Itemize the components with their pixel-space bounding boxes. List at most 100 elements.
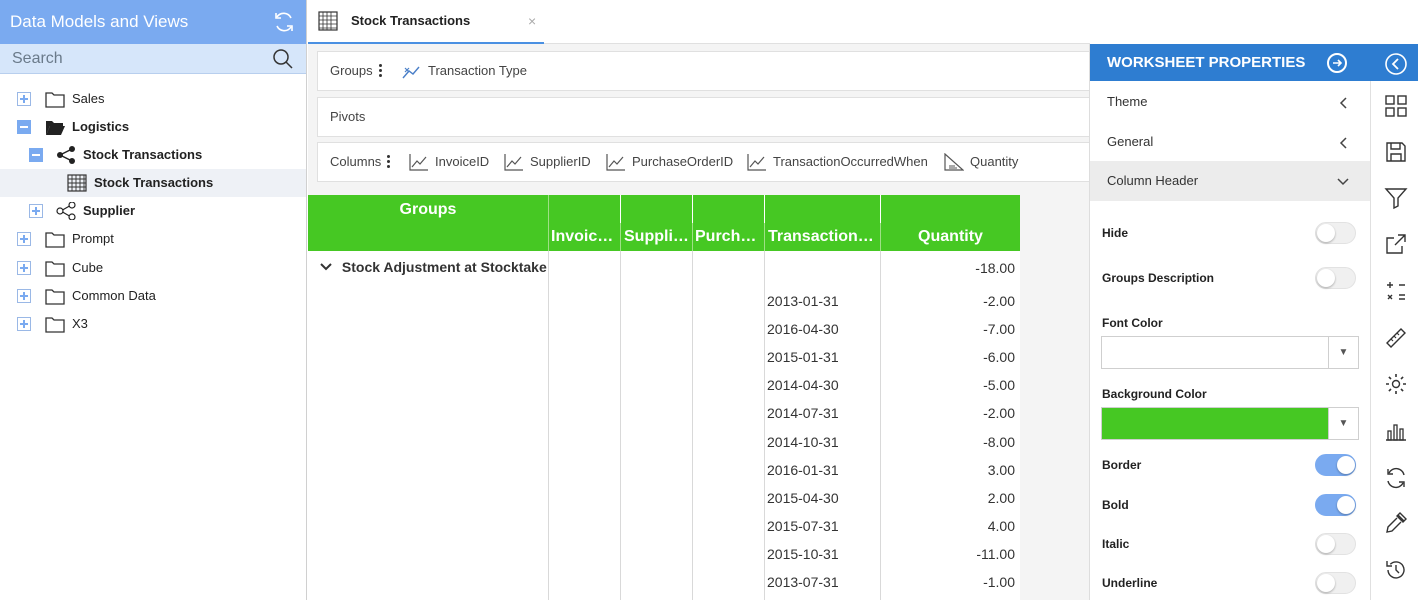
expand-icon[interactable]	[29, 204, 43, 218]
groups-menu-icon[interactable]	[379, 64, 383, 78]
group-row[interactable]: Stock Adjustment at Stocktake	[320, 259, 547, 275]
cell-transaction-date: 2013-01-31	[767, 293, 839, 309]
search-icon[interactable]	[272, 48, 294, 70]
tree-item-supplier[interactable]: Supplier	[0, 197, 306, 225]
columns-bar[interactable]: Columns InvoiceID SupplierID PurchaseOrd…	[317, 142, 1090, 182]
cell-quantity: -1.00	[983, 574, 1015, 590]
groups-bar[interactable]: Groups Transaction Type	[317, 51, 1090, 91]
column-header-label: Transaction…	[768, 228, 874, 245]
refresh-icon[interactable]	[1384, 466, 1408, 490]
section-general[interactable]: General	[1090, 122, 1371, 162]
bold-toggle[interactable]	[1315, 494, 1356, 516]
eyedropper-icon[interactable]	[1384, 511, 1408, 535]
chevron-down-icon[interactable]	[320, 259, 338, 275]
chip-transactionoccurredwhen[interactable]: TransactionOccurredWhen	[747, 143, 937, 181]
column-header-supplierid[interactable]: Suppli…	[621, 195, 692, 251]
expand-icon[interactable]	[17, 317, 31, 331]
chip-label: Quantity	[970, 154, 1019, 169]
tree-item-logistics[interactable]: Logistics	[0, 113, 306, 141]
chevron-left-icon	[1339, 82, 1349, 122]
background-color-picker[interactable]: ▼	[1101, 407, 1359, 440]
cell-quantity: -7.00	[983, 321, 1015, 338]
chevron-down-icon	[1337, 161, 1349, 201]
tree-item-label: Prompt	[72, 231, 114, 246]
groups-header-label: Groups	[399, 201, 457, 218]
cell-quantity: -8.00	[983, 433, 1015, 450]
history-icon[interactable]	[1384, 558, 1408, 582]
collapse-icon[interactable]	[17, 120, 31, 134]
tree-item-sales[interactable]: Sales	[0, 85, 306, 113]
collapse-icon[interactable]	[29, 148, 43, 162]
chip-purchaseorderid[interactable]: PurchaseOrderID	[606, 143, 741, 181]
tree-item-x3[interactable]: X3	[0, 310, 306, 338]
tree-item-prompt[interactable]: Prompt	[0, 225, 306, 253]
cell-quantity: 4.00	[987, 517, 1015, 534]
column-header-purchaseorderid[interactable]: Purch…	[693, 195, 764, 251]
hide-toggle[interactable]	[1315, 222, 1356, 244]
header-divider	[548, 195, 549, 251]
bold-label: Bold	[1102, 498, 1129, 512]
column-header-invoiceid[interactable]: Invoic…	[549, 195, 620, 251]
calculator-icon[interactable]	[1384, 279, 1408, 303]
cell-transaction-date: 2015-10-31	[767, 545, 839, 562]
chip-quantity[interactable]: Quantity	[944, 143, 1034, 181]
refresh-icon[interactable]	[272, 10, 296, 34]
dropdown-arrow-icon[interactable]: ▼	[1328, 408, 1358, 439]
properties-header: WORKSHEET PROPERTIES	[1090, 44, 1371, 81]
tree-item-stock-transactions-view[interactable]: Stock Transactions	[0, 169, 306, 197]
expand-icon[interactable]	[17, 232, 31, 246]
ruler-icon[interactable]	[1384, 326, 1408, 350]
close-tab-icon[interactable]: ×	[528, 13, 536, 29]
underline-toggle[interactable]	[1315, 572, 1356, 594]
font-color-picker[interactable]: ▼	[1101, 336, 1359, 369]
section-column-header[interactable]: Column Header	[1090, 161, 1371, 201]
layout-grid-icon[interactable]	[1384, 94, 1408, 118]
column-header-label: Suppli…	[624, 228, 689, 245]
bar-chart-icon[interactable]	[1384, 419, 1408, 443]
italic-toggle[interactable]	[1315, 533, 1356, 555]
tree-item-common-data[interactable]: Common Data	[0, 282, 306, 310]
chip-transaction-type[interactable]: Transaction Type	[402, 52, 562, 90]
search-input[interactable]: Search	[12, 50, 63, 68]
filter-icon[interactable]	[1384, 186, 1408, 210]
chip-invoiceid[interactable]: InvoiceID	[409, 143, 499, 181]
column-header-transactionoccurredwhen[interactable]: Transaction…	[765, 195, 880, 251]
settings-icon[interactable]	[1384, 372, 1408, 396]
folder-icon	[45, 261, 65, 277]
export-icon[interactable]	[1384, 232, 1408, 256]
folder-icon	[45, 232, 65, 248]
background-color-label: Background Color	[1102, 387, 1207, 401]
column-header-quantity[interactable]: Quantity	[881, 195, 1020, 251]
column-divider	[692, 251, 693, 600]
worksheet-icon	[67, 174, 87, 192]
folder-icon	[45, 289, 65, 305]
tab-stock-transactions[interactable]: Stock Transactions ×	[308, 0, 544, 44]
sidebar-search[interactable]: Search	[0, 44, 306, 74]
section-label: General	[1107, 134, 1154, 149]
columns-menu-icon[interactable]	[387, 155, 391, 169]
expand-icon[interactable]	[17, 92, 31, 106]
column-header-label: Purch…	[695, 228, 757, 245]
cell-quantity: 2.00	[987, 489, 1015, 506]
pivots-bar[interactable]: Pivots	[317, 97, 1090, 137]
expand-icon[interactable]	[17, 261, 31, 275]
cell-transaction-date: 2014-04-30	[767, 377, 839, 394]
cell-transaction-date: 2014-10-31	[767, 433, 839, 450]
tree-item-cube[interactable]: Cube	[0, 254, 306, 282]
save-icon[interactable]	[1384, 140, 1408, 164]
dropdown-arrow-icon[interactable]: ▼	[1328, 337, 1358, 368]
cell-quantity: -6.00	[983, 349, 1015, 366]
section-theme[interactable]: Theme	[1090, 82, 1371, 122]
groups-header[interactable]: Groups	[308, 195, 548, 251]
chip-supplierid[interactable]: SupplierID	[504, 143, 599, 181]
expand-icon[interactable]	[17, 289, 31, 303]
back-icon[interactable]	[1384, 52, 1408, 76]
sidebar-header: Data Models and Views	[0, 0, 306, 44]
groups-description-toggle[interactable]	[1315, 267, 1356, 289]
data-model-icon	[57, 146, 75, 164]
border-toggle[interactable]	[1315, 454, 1356, 476]
underline-label: Underline	[1102, 576, 1158, 590]
tree-item-stock-transactions-model[interactable]: Stock Transactions	[0, 141, 306, 169]
go-icon[interactable]	[1327, 53, 1347, 73]
header-divider	[692, 223, 693, 251]
